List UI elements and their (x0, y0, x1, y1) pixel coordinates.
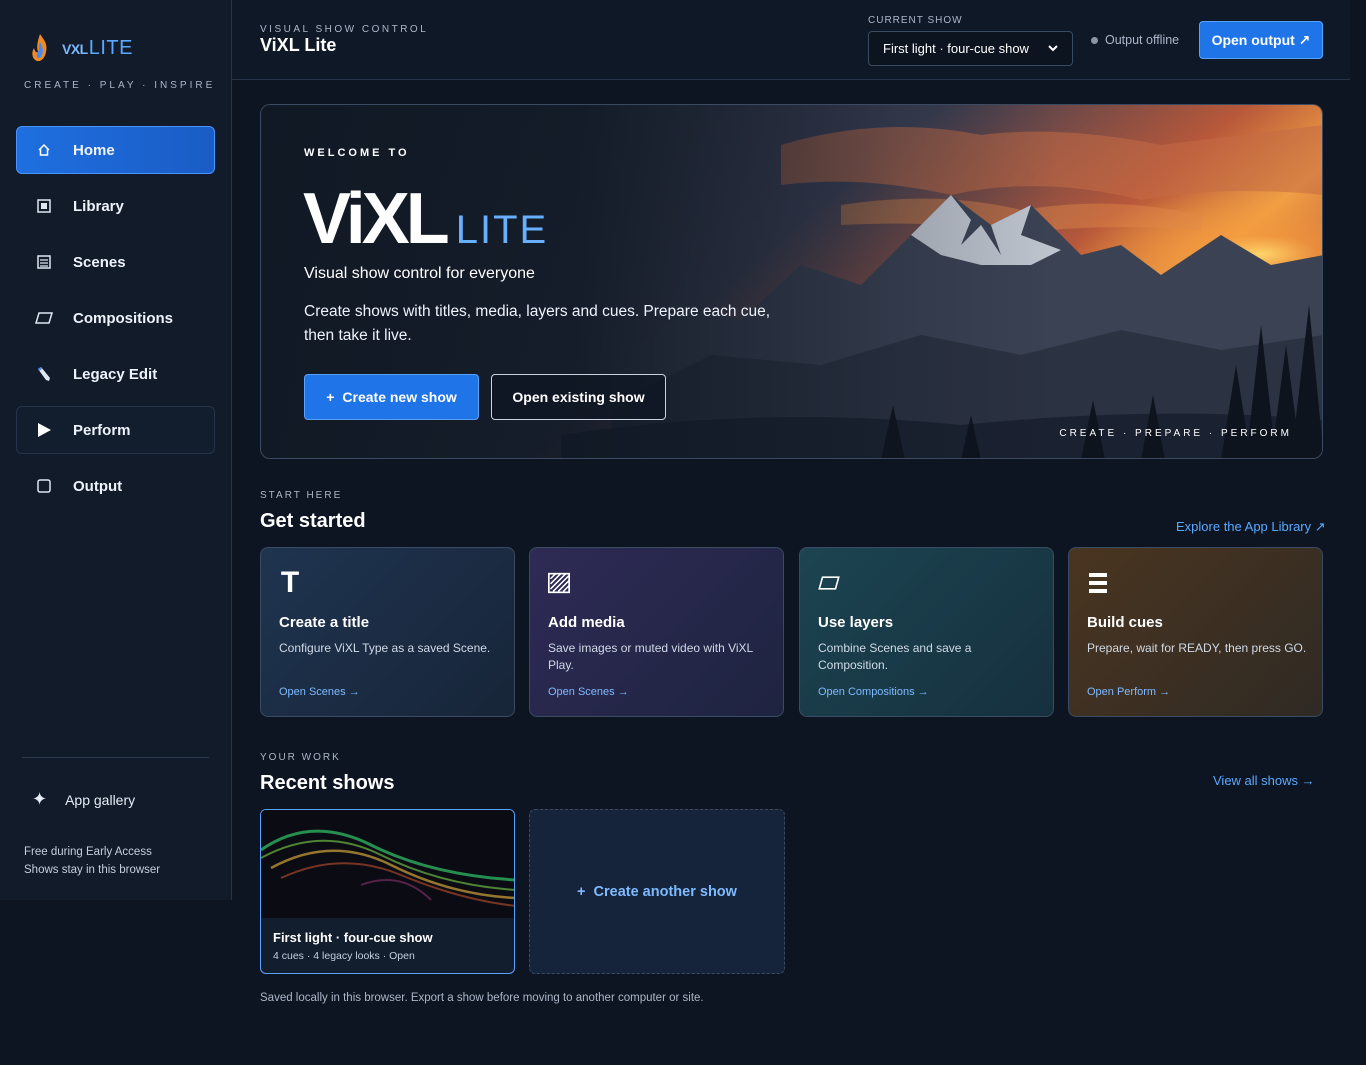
pencil-icon (35, 365, 53, 383)
top-header: VISUAL SHOW CONTROL ViXL Lite CURRENT SH… (232, 0, 1350, 80)
library-icon (35, 197, 53, 215)
scrollbar[interactable] (1350, 0, 1366, 1065)
hero-logo: ViXL LITE (303, 183, 548, 255)
hero-description: Create shows with titles, media, layers … (304, 303, 771, 344)
card-build-cues[interactable]: Build cues Prepare, wait for READY, then… (1068, 547, 1323, 717)
chevron-down-icon (1048, 43, 1058, 55)
status-text: Output offline (1105, 33, 1180, 47)
card-title: Build cues (1087, 614, 1163, 631)
hero-subtitle: Visual show control for everyone (304, 265, 535, 282)
card-title: Add media (548, 614, 625, 631)
sparkle-icon: ✦ (32, 789, 48, 809)
early-access-note: Free during Early Access (24, 846, 152, 858)
get-started-kicker: START HERE (260, 490, 343, 501)
show-thumbnail-image (261, 810, 514, 918)
view-all-shows-link[interactable]: View all shows → (1213, 773, 1315, 788)
hero-logo-main: ViXL (303, 179, 450, 259)
card-description: Configure ViXL Type as a saved Scene. (279, 641, 491, 655)
card-title: Use layers (818, 614, 894, 631)
card-create-title[interactable]: T Create a title Configure ViXL Type as … (260, 547, 515, 717)
nav-item-output[interactable]: Output (16, 462, 215, 510)
nav-label: Home (73, 141, 115, 159)
play-icon (35, 421, 53, 439)
plus-icon: + (326, 389, 335, 405)
nav-label: Library (73, 197, 124, 215)
card-description: Combine Scenes and save a Composition. (818, 641, 972, 672)
recent-show-title: First light · four-cue show (273, 930, 433, 945)
nav-item-home[interactable]: Home (16, 126, 215, 174)
recent-show-card[interactable]: First light · four-cue show 4 cues · 4 l… (260, 809, 515, 974)
nav-item-legacy-edit[interactable]: Legacy Edit (16, 350, 215, 398)
nav-item-perform[interactable]: Perform (16, 406, 215, 454)
cues-icon (1087, 572, 1109, 594)
card-description: Save images or muted video with ViXL Pla… (548, 641, 753, 672)
open-output-button[interactable]: Open output ↗ (1199, 21, 1323, 59)
open-compositions-link[interactable]: Open Compositions → (818, 686, 929, 698)
media-icon (548, 572, 570, 594)
nav-item-library[interactable]: Library (16, 182, 215, 230)
explore-app-library-link[interactable]: Explore the App Library ↗ (1176, 519, 1326, 535)
create-new-show-button[interactable]: + Create new show (304, 374, 479, 420)
nav-label: Perform (73, 421, 131, 439)
nav-label: Compositions (73, 309, 173, 327)
sidebar-divider (22, 757, 209, 758)
storage-footnote: Saved locally in this browser. Export a … (260, 992, 704, 1004)
nav-item-compositions[interactable]: Compositions (16, 294, 215, 342)
scenes-icon (35, 253, 53, 271)
open-scenes-link[interactable]: Open Scenes → (548, 686, 629, 698)
card-description: Prepare, wait for READY, then press GO. (1087, 641, 1307, 655)
brand[interactable]: VXLLITE (28, 32, 133, 64)
recent-kicker: YOUR WORK (260, 752, 341, 763)
nav-label: Output (73, 477, 123, 495)
hero-logo-lite: LITE (455, 208, 549, 252)
compositions-icon (35, 309, 53, 327)
main-nav: Home Library Scenes Compositions Legacy … (16, 126, 215, 518)
home-icon (35, 141, 53, 159)
status-dot-icon (1091, 36, 1098, 44)
brand-tagline: CREATE · PLAY · INSPIRE (24, 80, 216, 91)
hero-tagline: CREATE · PREPARE · PERFORM (1059, 428, 1292, 439)
card-title: Create a title (279, 614, 370, 631)
card-use-layers[interactable]: Use layers Combine Scenes and save a Com… (799, 547, 1054, 717)
nav-label: Legacy Edit (73, 365, 158, 383)
nav-label: Scenes (73, 253, 126, 271)
welcome-kicker: WELCOME TO (304, 147, 410, 159)
current-show-select[interactable]: First light · four-cue show (868, 31, 1073, 66)
nav-item-scenes[interactable]: Scenes (16, 238, 215, 286)
recent-show-meta: 4 cues · 4 legacy looks · Open (273, 950, 415, 962)
sidebar-footer: Free during Early Access Shows stay in t… (24, 843, 160, 879)
output-status: Output offline (1091, 33, 1179, 47)
layers-icon (818, 572, 840, 594)
text-icon: T (280, 566, 300, 599)
open-perform-link[interactable]: Open Perform → (1087, 686, 1170, 698)
current-show-label: CURRENT SHOW (868, 15, 963, 26)
create-another-show-button[interactable]: + Create another show (529, 809, 785, 974)
header-kicker: VISUAL SHOW CONTROL (260, 24, 429, 35)
hero-banner: WELCOME TO ViXL LITE Visual show control… (260, 104, 1323, 459)
storage-note: Shows stay in this browser (24, 864, 161, 876)
sidebar: VXLLITE CREATE · PLAY · INSPIRE Home Lib… (0, 0, 232, 900)
flame-logo-icon (32, 34, 47, 62)
open-existing-show-button[interactable]: Open existing show (491, 374, 666, 420)
create-another-label: Create another show (593, 883, 737, 900)
brand-name: VXLLITE (62, 36, 133, 59)
recent-title: Recent shows (260, 772, 395, 794)
create-new-show-label: Create new show (342, 389, 457, 405)
card-add-media[interactable]: Add media Save images or muted video wit… (529, 547, 784, 717)
open-scenes-link[interactable]: Open Scenes → (279, 686, 360, 698)
app-gallery-label: App gallery (65, 791, 136, 808)
get-started-title: Get started (260, 510, 366, 532)
output-icon (35, 477, 53, 495)
plus-icon: + (577, 883, 586, 900)
current-show-value: First light · four-cue show (883, 41, 1029, 56)
app-gallery-link[interactable]: ✦ App gallery (32, 789, 135, 810)
page-title: ViXL Lite (260, 35, 337, 55)
